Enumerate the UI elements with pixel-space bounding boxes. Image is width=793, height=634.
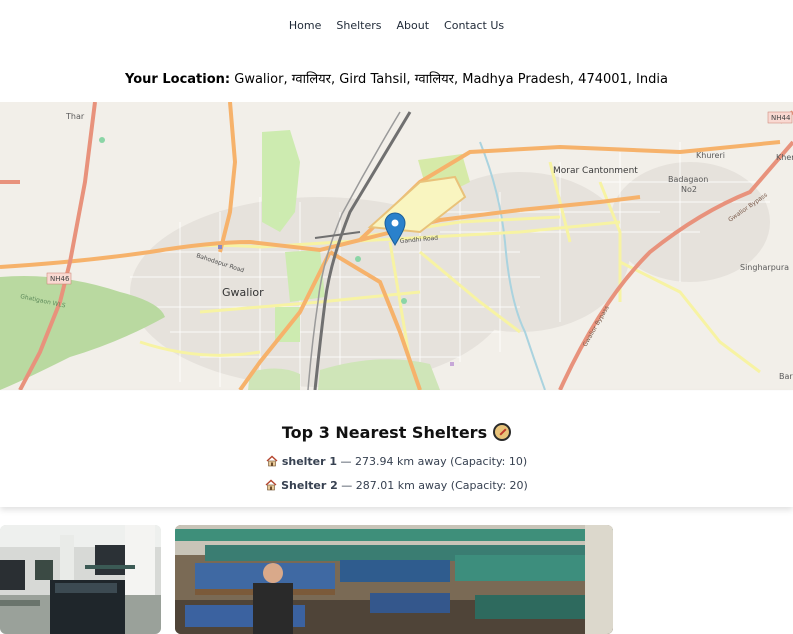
map-label-nh44: NH44 <box>771 114 791 122</box>
map-label-nh46: NH46 <box>50 275 70 283</box>
nearest-shelters-title: Top 3 Nearest Shelters <box>281 423 488 442</box>
shelter-photo-1[interactable] <box>0 525 161 634</box>
map-label-badagaon: Badagaon <box>668 175 708 184</box>
nav-home-link[interactable]: Home <box>289 19 321 37</box>
map-label-singharpura: Singharpura <box>740 263 789 272</box>
shelter-list-item[interactable]: Shelter 2 — 287.01 km away (Capacity: 20… <box>0 479 793 492</box>
nav-contact-link[interactable]: Contact Us <box>444 19 504 37</box>
map-label-no2: No2 <box>681 185 697 194</box>
nearest-shelters-heading: Top 3 Nearest Shelters <box>0 423 793 442</box>
map-label-khureri: Khureri <box>696 151 725 160</box>
shelter-list-item[interactable]: shelter 1 — 273.94 km away (Capacity: 10… <box>0 455 793 468</box>
map-label-bar: Bar <box>779 372 793 381</box>
shelter-name[interactable]: shelter 1 <box>282 455 337 468</box>
location-label: Your Location: <box>125 72 231 87</box>
shelter-detail: — 273.94 km away (Capacity: 10) <box>337 455 528 468</box>
nav-shelters-link[interactable]: Shelters <box>336 19 381 37</box>
map-shield-nh44: NH44 <box>767 111 793 124</box>
nearest-shelters-card: Top 3 Nearest Shelters shelter 1 — 273.9… <box>0 391 793 507</box>
house-icon <box>265 479 277 491</box>
compass-icon <box>493 423 512 441</box>
top-nav: Home Shelters About Contact Us <box>0 19 793 37</box>
location-value: Gwalior, ग्वालियर, Gird Tahsil, ग्वालियर… <box>234 72 668 87</box>
map-canvas[interactable]: Thar NH44 Khureri Khere Morar Cantonment… <box>0 102 793 390</box>
map-label-khere: Khere <box>776 153 793 162</box>
shelter-name[interactable]: Shelter 2 <box>281 479 338 492</box>
location-line: Your Location: Gwalior, ग्वालियर, Gird T… <box>0 69 793 87</box>
map-label-gwalior: Gwalior <box>222 286 264 299</box>
shelter-photos <box>0 525 793 634</box>
map-label-thar: Thar <box>65 112 85 121</box>
nav-about-link[interactable]: About <box>397 19 430 37</box>
map-label-morar-cantonment: Morar Cantonment <box>553 166 638 176</box>
shelter-detail: — 287.01 km away (Capacity: 20) <box>337 479 528 492</box>
map-shield-nh46: NH46 <box>46 272 72 285</box>
house-icon <box>266 455 278 467</box>
shelter-photo-2[interactable] <box>175 525 613 634</box>
location-map[interactable]: Thar NH44 Khureri Khere Morar Cantonment… <box>0 102 793 390</box>
